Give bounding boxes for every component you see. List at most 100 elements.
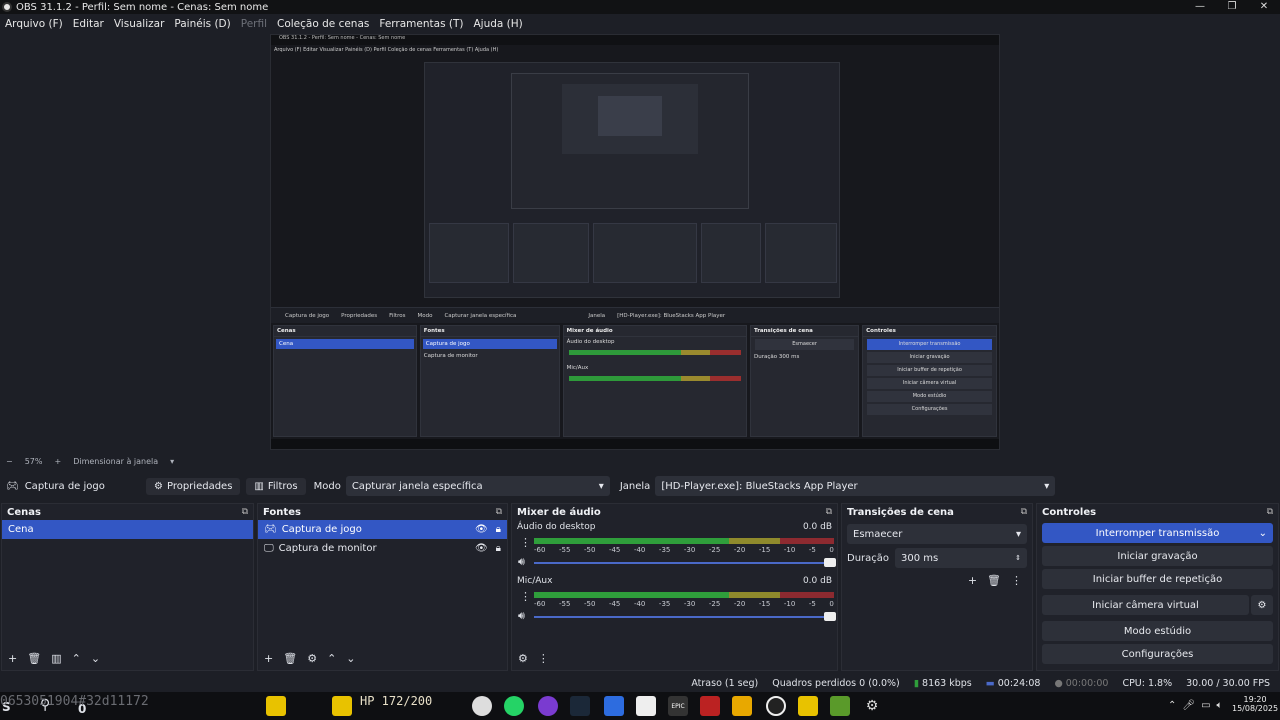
menu-perfil[interactable]: Perfil — [241, 18, 267, 30]
meter-ticks: -60 -55 -50 -45 -40 -35 -30 -25 -20 -15 -10 -5 0 — [534, 600, 834, 608]
dropped-frames: Quadros perdidos 0 (0.0%) — [772, 677, 900, 689]
spinner-icon: ⇕ — [1015, 554, 1021, 562]
add-icon[interactable]: + — [8, 652, 17, 665]
transitions-dock: Transições de cena ⧉ Esmaecer ▾ Duração 30… — [841, 503, 1033, 671]
up-icon[interactable]: ⌃ — [327, 652, 336, 665]
menu-arquivo[interactable]: Arquivo (F) — [5, 18, 63, 30]
menu-dots-icon[interactable]: ⋮ — [520, 536, 531, 549]
lock-icon[interactable]: 🔒︎ — [496, 524, 501, 535]
menu-visualizar[interactable]: Visualizar — [114, 18, 165, 30]
chevron-down-icon[interactable]: ⌄ — [1259, 528, 1267, 539]
speaker-icon[interactable]: 🔊︎ — [518, 555, 525, 569]
gear-icon[interactable]: ⚙ — [862, 696, 882, 716]
app-icon[interactable] — [732, 696, 752, 716]
zoom-level[interactable]: 57% — [25, 457, 43, 466]
close-icon[interactable]: ✕ — [1248, 0, 1280, 14]
source-item-game-capture[interactable]: 🎮︎ Captura de jogo 👁︎ 🔒︎ — [258, 520, 507, 539]
menu-dots-icon[interactable]: ⋮ — [538, 652, 549, 665]
restore-icon[interactable]: ❐ — [1216, 0, 1248, 14]
folder-icon[interactable] — [798, 696, 818, 716]
chrome-icon[interactable] — [472, 696, 492, 716]
volume-slider[interactable] — [534, 558, 836, 567]
add-icon[interactable]: + — [968, 574, 977, 587]
speaker-icon[interactable]: 🔊︎ — [518, 609, 525, 623]
filters-button[interactable]: ▥ Filtros — [246, 477, 306, 495]
eye-icon[interactable]: 👁︎ — [475, 524, 488, 535]
gamepad-icon: 🎮︎ — [264, 524, 277, 535]
stop-stream-button[interactable]: Interromper transmissão ⌄ — [1042, 523, 1273, 543]
settings-button[interactable]: Configurações — [1042, 644, 1273, 664]
menu-dots-icon[interactable]: ⋮ — [520, 590, 531, 603]
whatsapp-icon[interactable] — [504, 696, 524, 716]
trash-icon[interactable]: 🗑︎ — [987, 574, 1001, 587]
clock[interactable]: 19:20 15/08/2025 — [1232, 695, 1278, 713]
app-icon[interactable] — [700, 696, 720, 716]
game-icon[interactable] — [332, 696, 352, 716]
duration-input[interactable]: 300 ms ⇕ — [895, 548, 1027, 568]
scene-item[interactable]: Cena — [2, 520, 253, 539]
trash-icon[interactable]: 🗑︎ — [27, 652, 41, 665]
menu-ferramentas[interactable]: Ferramentas (T) — [379, 18, 463, 30]
active-source: 🎮︎ Captura de jogo — [6, 480, 105, 492]
undock-icon[interactable]: ⧉ — [826, 507, 832, 517]
mode-select[interactable]: Capturar janela específica ▾ — [345, 476, 610, 496]
filter-icon[interactable]: ▥ — [51, 652, 61, 665]
minimize-icon[interactable]: — — [1184, 0, 1216, 14]
nested-taskbar — [271, 439, 999, 449]
transition-select[interactable]: Esmaecer ▾ — [847, 524, 1027, 544]
zoom-in-icon[interactable]: + — [54, 457, 61, 466]
volume-slider[interactable] — [534, 612, 836, 621]
gear-icon[interactable]: ⚙ — [518, 652, 528, 665]
virtual-camera-button[interactable]: Iniciar câmera virtual — [1042, 595, 1249, 615]
lock-icon[interactable]: 🔒︎ — [496, 543, 501, 554]
window-select[interactable]: [HD-Player.exe]: BlueStacks App Player ▾ — [655, 476, 1056, 496]
undock-icon[interactable]: ⧉ — [1267, 507, 1273, 517]
virtual-camera-settings-button[interactable]: ⚙ — [1251, 595, 1273, 615]
menu-ajuda[interactable]: Ajuda (H) — [473, 18, 522, 30]
duration-label: Duração — [847, 552, 890, 564]
zoom-out-icon[interactable]: − — [6, 457, 13, 466]
steam-icon[interactable] — [570, 696, 590, 716]
chevron-down-icon: ▾ — [598, 480, 604, 492]
obs-icon[interactable] — [766, 696, 786, 716]
epic-games-icon[interactable]: EPIC — [668, 696, 688, 716]
properties-button[interactable]: ⚙ Propriedades — [146, 477, 241, 495]
menu-editar[interactable]: Editar — [73, 18, 104, 30]
chevron-down-icon: ▾ — [1015, 528, 1021, 540]
add-icon[interactable]: + — [264, 652, 273, 665]
replay-buffer-button[interactable]: Iniciar buffer de repetição — [1042, 569, 1273, 589]
volume-meter — [534, 538, 834, 544]
preview-canvas[interactable]: OBS 31.1.2 - Perfil: Sem nome - Cenas: S… — [270, 34, 1000, 450]
start-recording-button[interactable]: Iniciar gravação — [1042, 546, 1273, 566]
menu-dots-icon[interactable]: ⋮ — [1011, 574, 1022, 587]
nested-menu: Arquivo (F) Editar Visualizar Painéis (D… — [274, 47, 499, 53]
notepad-icon[interactable] — [636, 696, 656, 716]
bitrate-status: ▮ 8163 kbps — [913, 677, 972, 689]
app-icon[interactable] — [538, 696, 558, 716]
down-icon[interactable]: ⌄ — [91, 652, 100, 665]
scenes-dock: Cenas ⧉ Cena + 🗑︎ ▥ ⌃ ⌄ — [1, 503, 254, 671]
menu-bar: Arquivo (F) Editar Visualizar Painéis (D… — [0, 15, 533, 33]
menu-colecao-de-cenas[interactable]: Coleção de cenas — [277, 18, 369, 30]
undock-icon[interactable]: ⧉ — [1021, 507, 1027, 517]
chevron-down-icon[interactable]: ▾ — [170, 457, 174, 466]
preview-area: OBS 31.1.2 - Perfil: Sem nome - Cenas: S… — [0, 34, 1280, 466]
resize-mode[interactable]: Dimensionar à janela — [73, 457, 158, 466]
undock-icon[interactable]: ⧉ — [242, 507, 248, 517]
up-icon[interactable]: ⌃ — [72, 652, 81, 665]
down-icon[interactable]: ⌄ — [346, 652, 355, 665]
app-icon[interactable] — [604, 696, 624, 716]
undock-icon[interactable]: ⧉ — [496, 507, 502, 517]
studio-mode-button[interactable]: Modo estúdio — [1042, 621, 1273, 641]
volume-meter — [534, 592, 834, 598]
sources-title: Fontes — [263, 506, 301, 518]
trash-icon[interactable]: 🗑︎ — [283, 652, 297, 665]
eye-icon[interactable]: 👁︎ — [475, 543, 488, 554]
bluestacks-icon[interactable] — [830, 696, 850, 716]
gear-icon[interactable]: ⚙ — [307, 652, 317, 665]
transitions-title: Transições de cena — [847, 506, 954, 518]
file-explorer-icon[interactable] — [266, 696, 286, 716]
menu-paineis[interactable]: Painéis (D) — [174, 18, 230, 30]
source-item-monitor-capture[interactable]: 🖵︎ Captura de monitor 👁︎ 🔒︎ — [258, 539, 507, 558]
overlay-text: 0653051904#32d11172 — [0, 694, 149, 709]
